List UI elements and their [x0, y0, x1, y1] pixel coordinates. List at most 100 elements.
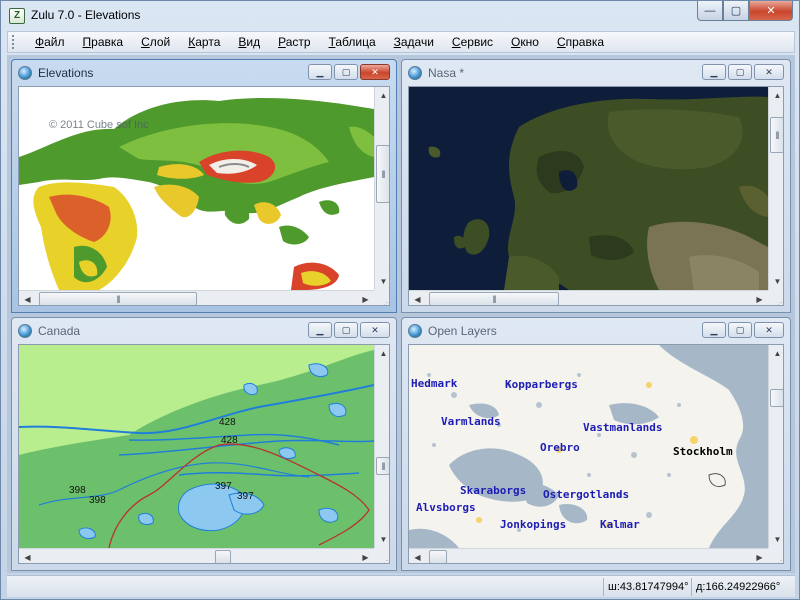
window-elevations-titlebar[interactable]: Elevations ▁ ▢ ✕: [12, 60, 396, 86]
window-nasa-minimize-button[interactable]: ▁: [702, 64, 726, 80]
scroll-down-arrow-icon[interactable]: ▼: [375, 531, 389, 548]
canada-vertical-scrollbar[interactable]: ▲ ||| ▼: [374, 345, 389, 548]
menu-service[interactable]: Сервис: [443, 35, 502, 49]
open-layers-hscroll-thumb[interactable]: [429, 550, 447, 563]
window-canada-maximize-button[interactable]: ▢: [334, 322, 358, 338]
scroll-down-arrow-icon[interactable]: ▼: [375, 273, 389, 290]
menu-bar: Файл Правка Слой Карта Вид Растр Таблица…: [7, 31, 795, 53]
window-open-layers-titlebar[interactable]: Open Layers ▁ ▢ ✕: [402, 318, 790, 344]
title-bar[interactable]: Z Zulu 7.0 - Elevations — ▢ ✕: [1, 1, 799, 31]
window-canada[interactable]: Canada ▁ ▢ ✕ 428 428 398 398 397 397 ▲ |…: [11, 317, 397, 571]
elevation-label: 397: [237, 491, 254, 502]
size-grip-icon[interactable]: ⋰: [768, 290, 783, 305]
open-layers-horizontal-scrollbar[interactable]: ◀ ▶: [409, 548, 768, 563]
scroll-right-arrow-icon[interactable]: ▶: [357, 549, 374, 563]
menu-map[interactable]: Карта: [179, 35, 229, 49]
scroll-down-arrow-icon[interactable]: ▼: [769, 273, 783, 290]
nasa-hscroll-thumb[interactable]: |||: [429, 292, 559, 305]
region-label: Jonkopings: [500, 518, 567, 531]
menu-raster[interactable]: Растр: [269, 35, 319, 49]
menu-grip-icon[interactable]: [12, 35, 18, 49]
elevations-horizontal-scrollbar[interactable]: ◀ ||| ▶: [19, 290, 374, 305]
window-canada-titlebar[interactable]: Canada ▁ ▢ ✕: [12, 318, 396, 344]
window-open-layers-close-button[interactable]: ✕: [754, 322, 784, 338]
size-grip-icon[interactable]: ⋰: [374, 290, 389, 305]
scroll-left-arrow-icon[interactable]: ◀: [19, 549, 36, 563]
nasa-vscroll-thumb[interactable]: |||: [770, 117, 783, 153]
window-canada-minimize-button[interactable]: ▁: [308, 322, 332, 338]
scroll-up-arrow-icon[interactable]: ▲: [769, 87, 783, 104]
city-label: Stockholm: [673, 445, 733, 458]
window-elevations-close-button[interactable]: ✕: [360, 64, 390, 80]
window-nasa[interactable]: Nasa * ▁ ▢ ✕ ▲ ||| ▼ ◀ ||| ▶: [401, 59, 791, 313]
canada-horizontal-scrollbar[interactable]: ◀ ▶: [19, 548, 374, 563]
region-label: Alvsborgs: [416, 501, 476, 514]
size-grip-icon[interactable]: ⋰: [374, 548, 389, 563]
elevation-label: 397: [215, 481, 232, 492]
menu-layer[interactable]: Слой: [132, 35, 179, 49]
canada-vscroll-thumb[interactable]: |||: [376, 457, 389, 475]
window-canada-close-button[interactable]: ✕: [360, 322, 390, 338]
app-title: Zulu 7.0 - Elevations: [31, 8, 141, 22]
window-open-layers-maximize-button[interactable]: ▢: [728, 322, 752, 338]
menu-view[interactable]: Вид: [229, 35, 269, 49]
elevations-map-view[interactable]: © 2011 Cube sof Inc ▲ ||| ▼ ◀ ||| ▶ ⋰: [18, 86, 390, 306]
window-open-layers-title: Open Layers: [428, 324, 497, 338]
region-label: Skaraborgs: [460, 484, 527, 497]
menu-table[interactable]: Таблица: [320, 35, 385, 49]
region-label: Orebro: [540, 441, 580, 454]
nasa-vertical-scrollbar[interactable]: ▲ ||| ▼: [768, 87, 783, 290]
scroll-up-arrow-icon[interactable]: ▲: [375, 87, 389, 104]
region-label: Vastmanlands: [583, 421, 663, 434]
elevation-label: 428: [221, 435, 238, 446]
elevations-vertical-scrollbar[interactable]: ▲ ||| ▼: [374, 87, 389, 290]
maximize-button[interactable]: ▢: [723, 1, 749, 21]
canada-map-view[interactable]: 428 428 398 398 397 397 ▲ ||| ▼ ◀ ▶ ⋰: [18, 344, 390, 564]
menu-tasks[interactable]: Задачи: [385, 35, 443, 49]
open-layers-map-view[interactable]: Hedmark Kopparbergs Varmlands Vastmanlan…: [408, 344, 784, 564]
scroll-left-arrow-icon[interactable]: ◀: [19, 291, 36, 305]
window-nasa-maximize-button[interactable]: ▢: [728, 64, 752, 80]
scroll-right-arrow-icon[interactable]: ▶: [357, 291, 374, 305]
menu-file[interactable]: Файл: [26, 35, 74, 49]
open-layers-vertical-scrollbar[interactable]: ▲ ▼: [768, 345, 783, 548]
window-nasa-titlebar[interactable]: Nasa * ▁ ▢ ✕: [402, 60, 790, 86]
window-open-layers-minimize-button[interactable]: ▁: [702, 322, 726, 338]
menu-help[interactable]: Справка: [548, 35, 613, 49]
scroll-right-arrow-icon[interactable]: ▶: [751, 549, 768, 563]
window-nasa-close-button[interactable]: ✕: [754, 64, 784, 80]
scroll-right-arrow-icon[interactable]: ▶: [751, 291, 768, 305]
elevation-label: 398: [69, 485, 86, 496]
globe-icon: [408, 66, 422, 80]
size-grip-icon[interactable]: ⋰: [768, 548, 783, 563]
nasa-horizontal-scrollbar[interactable]: ◀ ||| ▶: [409, 290, 768, 305]
region-label: Kopparbergs: [505, 378, 578, 391]
window-elevations[interactable]: Elevations ▁ ▢ ✕ © 2011 Cube sof Inc ▲ |…: [11, 59, 397, 313]
globe-icon: [408, 324, 422, 338]
scroll-down-arrow-icon[interactable]: ▼: [769, 531, 783, 548]
menu-edit[interactable]: Правка: [74, 35, 133, 49]
window-open-layers[interactable]: Open Layers ▁ ▢ ✕ Hedmark Kopparbergs Va…: [401, 317, 791, 571]
elevations-hscroll-thumb[interactable]: |||: [39, 292, 197, 305]
canada-hscroll-thumb[interactable]: [215, 550, 231, 563]
scroll-up-arrow-icon[interactable]: ▲: [375, 345, 389, 362]
window-nasa-title: Nasa *: [428, 66, 465, 80]
window-elevations-minimize-button[interactable]: ▁: [308, 64, 332, 80]
elevations-vscroll-thumb[interactable]: |||: [376, 145, 389, 203]
map-copyright: © 2011 Cube sof Inc: [49, 119, 149, 131]
window-elevations-maximize-button[interactable]: ▢: [334, 64, 358, 80]
app-window: Z Zulu 7.0 - Elevations — ▢ ✕ Файл Правк…: [0, 0, 800, 600]
scroll-left-arrow-icon[interactable]: ◀: [409, 291, 426, 305]
app-icon[interactable]: Z: [9, 8, 25, 24]
canada-vector-map: [19, 345, 375, 549]
open-layers-vscroll-thumb[interactable]: [770, 389, 783, 407]
close-button[interactable]: ✕: [749, 1, 793, 21]
globe-icon: [18, 324, 32, 338]
nasa-map-view[interactable]: ▲ ||| ▼ ◀ ||| ▶ ⋰: [408, 86, 784, 306]
elevation-label: 398: [89, 495, 106, 506]
scroll-left-arrow-icon[interactable]: ◀: [409, 549, 426, 563]
minimize-button[interactable]: —: [697, 1, 723, 21]
region-label: Ostergotlands: [543, 488, 630, 501]
scroll-up-arrow-icon[interactable]: ▲: [769, 345, 783, 362]
menu-window[interactable]: Окно: [502, 35, 548, 49]
